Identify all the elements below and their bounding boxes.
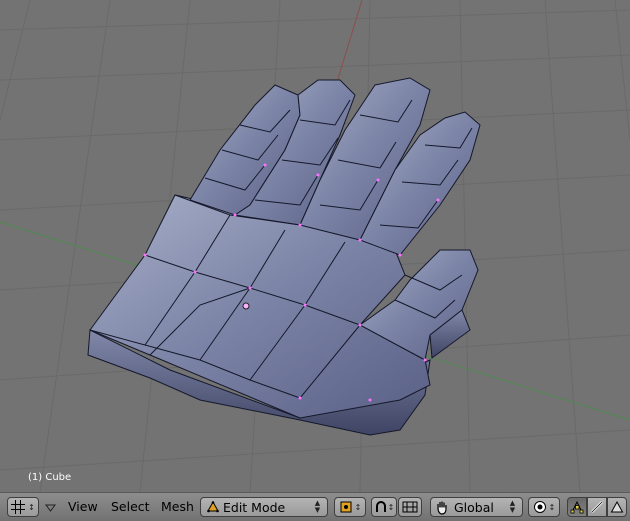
pivot-point-selector[interactable]: ↕ [334,497,366,517]
stepper-icon: ↕ [28,502,35,512]
object-origin [242,302,250,310]
edge-select-button[interactable] [587,497,607,517]
view-menu[interactable]: View [68,499,98,515]
proportional-edit-selector[interactable]: ↕ [528,497,560,517]
mode-dropdown[interactable]: Edit Mode ▲ ▼ [200,497,328,517]
edit-mode-icon [207,501,219,513]
manipulator-icon [375,501,386,512]
stepper-icon: ↕ [548,502,556,512]
editor-type-selector[interactable]: ↕ [7,497,39,517]
transform-orientation-value: Global [454,500,494,515]
collapse-menus-icon[interactable] [45,504,56,512]
edge-select-icon [591,501,603,513]
mesh-menu[interactable]: Mesh [161,499,194,515]
select-menu[interactable]: Select [111,499,150,515]
viewport-header: ↕ View Select Mesh Edit Mode ▲ ▼ ↕ ↕ Glo… [0,492,630,521]
grid-icon [11,500,26,514]
snap-grid-icon [402,501,418,513]
face-select-icon [610,500,624,513]
hand-icon [437,501,447,515]
vertex-select-icon [570,500,584,514]
3d-viewport[interactable]: (1) Cube [0,0,630,492]
snap-toggle[interactable] [398,497,422,517]
stepper-icon: ↕ [387,502,395,512]
object-info-label: (1) Cube [28,472,72,483]
viewport-canvas [0,0,630,492]
vertex-select-button[interactable] [567,497,587,517]
face-select-button[interactable] [607,497,627,517]
manipulator-toggle[interactable]: ↕ [371,497,397,517]
dropdown-arrows-icon: ▲ ▼ [509,499,516,514]
dropdown-arrows-icon: ▲ ▼ [314,499,321,514]
proportional-edit-icon [533,501,546,513]
mode-value: Edit Mode [223,500,286,515]
stepper-icon: ↕ [354,502,362,512]
transform-orientation-dropdown[interactable]: Global ▲ ▼ [430,497,523,517]
pivot-icon [340,501,352,513]
hand-mesh[interactable] [87,77,481,436]
